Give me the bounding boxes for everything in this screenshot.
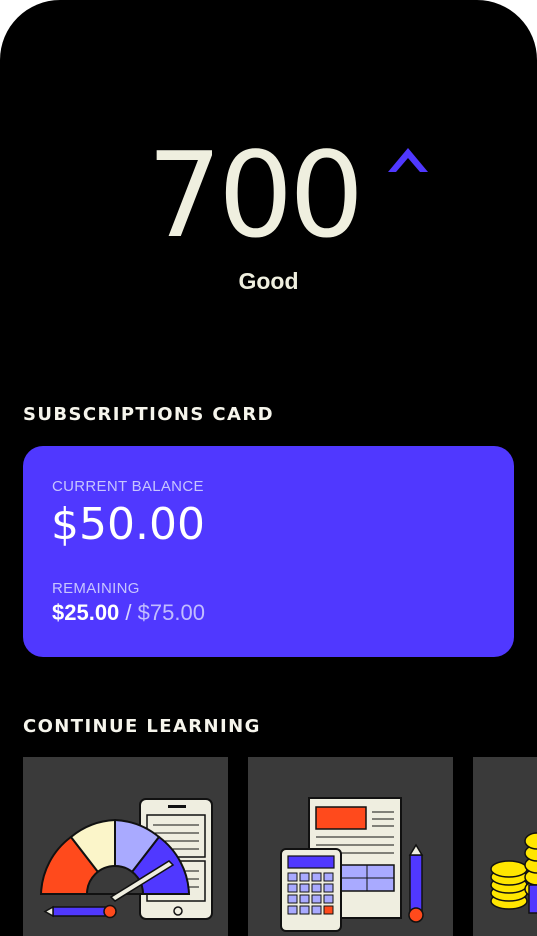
score-rating-label: Good — [238, 268, 299, 294]
credit-score: 700 — [0, 130, 537, 260]
caret-up-icon — [388, 148, 428, 172]
learning-section-title: CONTINUE LEARNING — [23, 716, 261, 737]
remaining-total: $75.00 — [137, 600, 205, 625]
learning-tile-saving[interactable] — [473, 757, 537, 936]
remaining-separator: / — [119, 600, 138, 625]
learning-carousel[interactable] — [23, 757, 537, 936]
remaining-amount: $25.00 / $75.00 — [52, 600, 205, 626]
score-value: 700 — [147, 126, 364, 264]
credit-score-gauge-icon — [39, 798, 213, 920]
remaining-label: REMAINING — [52, 580, 140, 597]
calculator-document-icon — [280, 797, 424, 932]
learning-tile-credit-score[interactable] — [23, 757, 228, 936]
subscriptions-card[interactable]: CURRENT BALANCE $50.00 REMAINING $25.00 … — [23, 446, 514, 657]
app-screen: 700 Good SUBSCRIPTIONS CARD CURRENT BALA… — [0, 0, 537, 936]
learning-tile-budgeting[interactable] — [248, 757, 453, 936]
current-balance-label: CURRENT BALANCE — [52, 478, 204, 495]
coin-stack-icon — [490, 832, 537, 914]
current-balance-value: $50.00 — [51, 499, 205, 550]
remaining-current: $25.00 — [52, 600, 120, 625]
subscriptions-section-title: SUBSCRIPTIONS CARD — [23, 404, 274, 425]
